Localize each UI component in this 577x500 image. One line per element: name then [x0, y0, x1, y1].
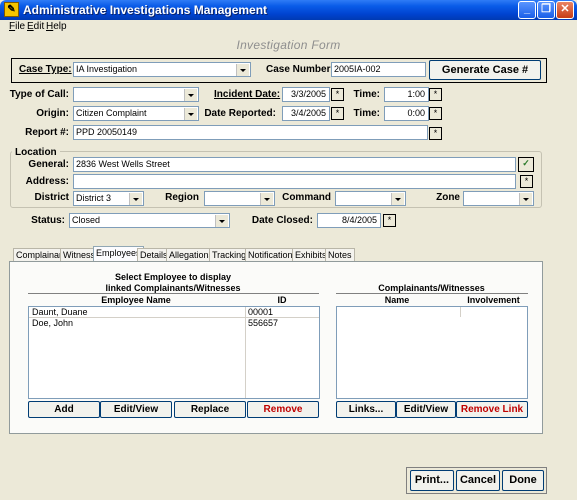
menu-bar: File Edit Help: [0, 20, 577, 34]
incident-time-button[interactable]: *: [429, 88, 442, 101]
address-button[interactable]: *: [520, 175, 533, 188]
case-type-value: IA Investigation: [76, 64, 138, 74]
remove-link-button[interactable]: Remove Link: [456, 401, 528, 418]
employee-list[interactable]: Daunt, Duane 00001 Doe, John 556657: [28, 306, 320, 399]
origin-label: Origin:: [36, 108, 69, 119]
form-title: Investigation Form: [236, 38, 341, 52]
edit-view-complainant-button[interactable]: Edit/View: [396, 401, 456, 418]
case-type-select[interactable]: IA Investigation: [73, 62, 251, 77]
employee-id-cell: 556657: [248, 318, 279, 328]
menu-help[interactable]: Help: [46, 20, 67, 34]
chevron-down-icon[interactable]: [184, 108, 197, 120]
chevron-down-icon[interactable]: [260, 193, 273, 205]
general-label: General:: [28, 159, 69, 170]
date-closed-picker-button[interactable]: *: [383, 214, 396, 227]
menu-file[interactable]: File: [9, 20, 25, 34]
print-button[interactable]: Print...: [410, 470, 454, 491]
command-select[interactable]: [335, 191, 406, 206]
menu-edit[interactable]: Edit: [27, 20, 44, 34]
divider: [336, 293, 528, 294]
incident-date-field[interactable]: 3/3/2005: [282, 87, 330, 102]
tab-tracking[interactable]: Tracking: [209, 248, 250, 262]
date-reported-picker-button[interactable]: *: [331, 107, 344, 120]
reported-time-field[interactable]: 0:00: [384, 106, 429, 121]
employee-name-cell: Doe, John: [32, 318, 74, 328]
type-of-call-label: Type of Call:: [9, 89, 69, 100]
table-row[interactable]: Doe, John 556657: [29, 318, 319, 329]
employee-id-column-header: ID: [277, 295, 287, 305]
time2-label: Time:: [353, 108, 381, 119]
divider: [28, 293, 319, 294]
app-icon: ✎: [4, 2, 19, 17]
general-location-field[interactable]: 2836 West Wells Street: [73, 157, 516, 172]
chevron-down-icon[interactable]: [519, 193, 532, 205]
chevron-down-icon[interactable]: [236, 64, 249, 76]
time1-label: Time:: [353, 89, 381, 100]
district-select[interactable]: District 3: [73, 191, 144, 206]
complainant-list[interactable]: [336, 306, 528, 399]
date-closed-label: Date Closed:: [251, 215, 313, 226]
command-label: Command: [282, 192, 331, 203]
incident-date-label: Incident Date:: [214, 89, 281, 100]
region-label: Region: [165, 192, 199, 203]
zone-label: Zone: [436, 192, 460, 203]
cancel-button[interactable]: Cancel: [456, 470, 500, 491]
origin-value: Citizen Complaint: [76, 108, 147, 118]
employee-id-cell: 00001: [248, 307, 274, 317]
date-reported-label: Date Reported:: [204, 108, 276, 119]
remove-employee-button[interactable]: Remove: [247, 401, 319, 418]
district-value: District 3: [76, 193, 112, 203]
done-button[interactable]: Done: [502, 470, 544, 491]
district-label: District: [34, 192, 69, 203]
zone-select[interactable]: [463, 191, 534, 206]
tab-exhibits[interactable]: Exhibits: [292, 248, 330, 262]
complainant-name-column-header: Name: [384, 295, 410, 305]
employee-name-cell: Daunt, Duane: [32, 307, 88, 317]
add-employee-button[interactable]: Add: [28, 401, 100, 418]
incident-date-picker-button[interactable]: *: [331, 88, 344, 101]
employee-instruction-line1: Select Employee to display: [114, 272, 232, 282]
case-type-label: Case Type:: [19, 64, 72, 75]
region-select[interactable]: [204, 191, 275, 206]
column-separator: [460, 307, 461, 317]
employee-name-column-header: Employee Name: [101, 295, 171, 305]
type-of-call-select[interactable]: [73, 87, 199, 102]
status-value: Closed: [72, 215, 101, 225]
chevron-down-icon[interactable]: [129, 193, 142, 205]
edit-view-employee-button[interactable]: Edit/View: [100, 401, 172, 418]
address-label: Address:: [25, 176, 69, 187]
chevron-down-icon[interactable]: [215, 215, 228, 227]
date-reported-field[interactable]: 3/4/2005: [282, 106, 330, 121]
chevron-down-icon[interactable]: [391, 193, 404, 205]
chevron-down-icon[interactable]: [184, 89, 197, 101]
involvement-column-header: Involvement: [467, 295, 520, 305]
incident-time-field[interactable]: 1:00: [384, 87, 429, 102]
report-number-field[interactable]: PPD 20050149: [73, 125, 428, 140]
title-bar[interactable]: ✎ Administrative Investigations Manageme…: [0, 0, 577, 20]
status-label: Status:: [31, 215, 65, 226]
check-address-icon[interactable]: ✓: [518, 157, 534, 172]
generate-case-button[interactable]: Generate Case #: [429, 60, 541, 80]
close-button[interactable]: ✕: [556, 1, 574, 19]
report-number-label: Report #:: [25, 127, 69, 138]
maximize-button[interactable]: ❐: [537, 1, 555, 19]
table-row[interactable]: Daunt, Duane 00001: [29, 307, 319, 318]
status-select[interactable]: Closed: [69, 213, 230, 228]
window-title: Administrative Investigations Management: [23, 3, 268, 17]
links-button[interactable]: Links...: [336, 401, 396, 418]
case-number-label: Case Number:: [266, 64, 334, 75]
tab-notes[interactable]: Notes: [325, 248, 355, 262]
replace-employee-button[interactable]: Replace: [174, 401, 246, 418]
date-closed-field[interactable]: 8/4/2005: [317, 213, 381, 228]
minimize-button[interactable]: _: [518, 1, 536, 19]
origin-select[interactable]: Citizen Complaint: [73, 106, 199, 121]
reported-time-button[interactable]: *: [429, 107, 442, 120]
report-number-button[interactable]: *: [429, 127, 442, 140]
address-field[interactable]: [73, 174, 516, 189]
case-number-field[interactable]: 2005IA-002: [331, 62, 426, 77]
